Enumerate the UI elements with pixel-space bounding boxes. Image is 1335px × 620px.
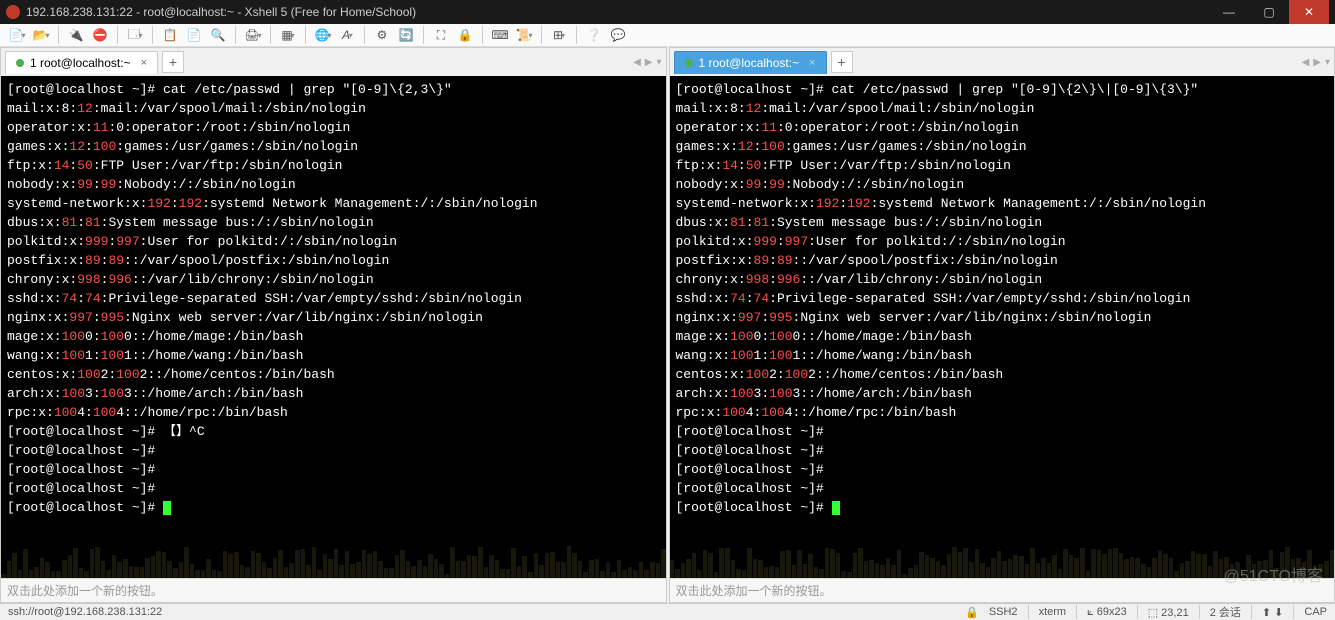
help-icon[interactable]: ❔ — [583, 24, 605, 46]
status-ssh: SSH2 — [989, 606, 1018, 618]
properties-icon[interactable]: 🗔▾ — [124, 24, 146, 46]
lock-icon[interactable]: 🔒 — [454, 24, 476, 46]
status-dot-icon — [16, 59, 24, 67]
disconnect-icon[interactable]: ⛔ — [89, 24, 111, 46]
status-cursor: 23,21 — [1161, 607, 1189, 619]
titlebar: 192.168.238.131:22 - root@localhost:~ - … — [0, 0, 1335, 24]
tab-menu-icon[interactable]: ▾ — [1325, 57, 1330, 68]
input-bar-right[interactable]: 双击此处添加一个新的按钮。 — [670, 578, 1335, 602]
new-session-icon[interactable]: 📄▾ — [6, 24, 28, 46]
split-panes: 1 root@localhost:~ × + ◀ ▶ ▾ [root@local… — [0, 47, 1335, 603]
tab-close-icon[interactable]: × — [809, 57, 815, 69]
reconnect-icon[interactable]: 🔌 — [65, 24, 87, 46]
paste-icon[interactable]: 📄 — [183, 24, 205, 46]
left-tabbar: 1 root@localhost:~ × + ◀ ▶ ▾ — [1, 48, 666, 76]
chat-icon[interactable]: 💬 — [607, 24, 629, 46]
tab-label: 1 root@localhost:~ — [30, 56, 131, 70]
right-pane: 1 root@localhost:~ × + ◀ ▶ ▾ [root@local… — [669, 47, 1335, 603]
tab-add-button[interactable]: + — [831, 51, 853, 73]
view-icon[interactable]: ⊞▾ — [548, 24, 570, 46]
tab-prev-icon[interactable]: ◀ — [633, 57, 641, 68]
minimize-button[interactable]: — — [1209, 0, 1249, 24]
status-term: xterm — [1039, 606, 1067, 618]
find-icon[interactable]: 🔍 — [207, 24, 229, 46]
tool2-icon[interactable]: 🔄 — [395, 24, 417, 46]
tool1-icon[interactable]: ⚙ — [371, 24, 393, 46]
terminal-right[interactable]: [root@localhost ~]# cat /etc/passwd | gr… — [670, 76, 1335, 578]
tab-menu-icon[interactable]: ▾ — [656, 57, 661, 68]
status-connection: ssh://root@192.168.238.131:22 — [8, 606, 162, 618]
globe-icon[interactable]: 🌐▾ — [312, 24, 334, 46]
window-title: 192.168.238.131:22 - root@localhost:~ - … — [26, 5, 1209, 19]
copy-icon[interactable]: 📋 — [159, 24, 181, 46]
fullscreen-icon[interactable]: ⛶ — [430, 24, 452, 46]
left-pane: 1 root@localhost:~ × + ◀ ▶ ▾ [root@local… — [0, 47, 667, 603]
print-icon[interactable]: 🖨▾ — [242, 24, 264, 46]
tab-prev-icon[interactable]: ◀ — [1302, 57, 1310, 68]
script-icon[interactable]: 📜▾ — [513, 24, 535, 46]
layout-icon[interactable]: ▦▾ — [277, 24, 299, 46]
right-tabbar: 1 root@localhost:~ × + ◀ ▶ ▾ — [670, 48, 1335, 76]
font-icon[interactable]: A▾ — [336, 24, 358, 46]
terminal-left[interactable]: [root@localhost ~]# cat /etc/passwd | gr… — [1, 76, 666, 578]
tab-next-icon[interactable]: ▶ — [645, 57, 653, 68]
tab-add-button[interactable]: + — [162, 51, 184, 73]
close-button[interactable]: ✕ — [1289, 0, 1329, 24]
input-bar-left[interactable]: 双击此处添加一个新的按钮。 — [1, 578, 666, 602]
statusbar: ssh://root@192.168.238.131:22 🔒 SSH2 xte… — [0, 603, 1335, 620]
app-icon — [6, 5, 20, 19]
status-dot-icon — [685, 59, 693, 67]
toolbar: 📄▾ 📂▾ 🔌 ⛔ 🗔▾ 📋 📄 🔍 🖨▾ ▦▾ 🌐▾ A▾ ⚙ 🔄 ⛶ 🔒 ⌨… — [0, 24, 1335, 47]
tab-next-icon[interactable]: ▶ — [1313, 57, 1321, 68]
tab-label: 1 root@localhost:~ — [699, 56, 800, 70]
open-icon[interactable]: 📂▾ — [30, 24, 52, 46]
keyboard-icon[interactable]: ⌨ — [489, 24, 511, 46]
tab-session-right[interactable]: 1 root@localhost:~ × — [674, 51, 827, 74]
status-cap: CAP — [1304, 606, 1327, 618]
tab-close-icon[interactable]: × — [141, 57, 147, 69]
maximize-button[interactable]: ▢ — [1249, 0, 1289, 24]
tab-session-left[interactable]: 1 root@localhost:~ × — [5, 51, 158, 74]
status-sessions: 2 会话 — [1210, 604, 1241, 620]
